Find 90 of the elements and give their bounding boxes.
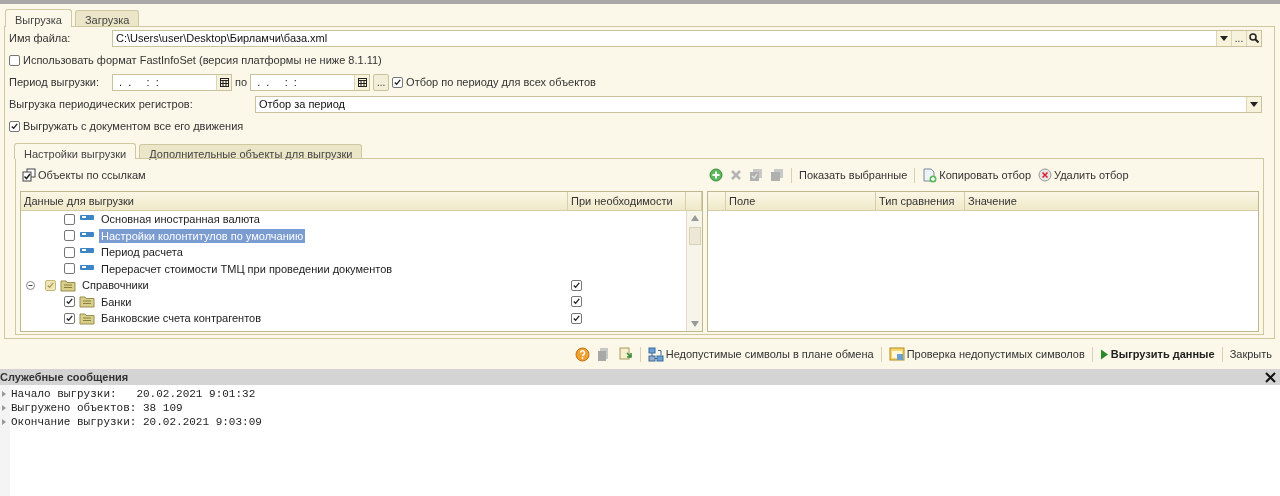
folder-icon	[79, 311, 95, 325]
tab[interactable]: Настройки выгрузки	[14, 143, 137, 159]
checkbox[interactable]	[571, 296, 582, 308]
checkbox-label: Выгружать с документом все его движения	[23, 120, 244, 132]
remove-filter-button[interactable]: Удалить отбор	[1038, 168, 1129, 182]
scroll-thumb[interactable]	[688, 227, 701, 245]
checkbox[interactable]	[571, 279, 582, 291]
objects-by-links-button[interactable]: Объекты по ссылкам	[22, 168, 146, 182]
collapse-icon[interactable]	[26, 280, 35, 290]
dropdown-button[interactable]	[1216, 30, 1231, 46]
tree-item[interactable]: Перерасчет стоимости ТМЦ при проведении документов	[99, 261, 395, 276]
scroll-up-icon[interactable]	[690, 215, 699, 221]
period-button[interactable]: ...	[373, 73, 390, 91]
tab[interactable]: Загрузка	[74, 10, 140, 26]
caret-icon	[1220, 35, 1228, 41]
tree-item[interactable]: Банки	[99, 294, 134, 309]
checkbox[interactable]	[9, 120, 20, 132]
panel-title: Служебные сообщения	[0, 371, 129, 383]
field-label: Период выгрузки:	[9, 76, 100, 88]
close-icon	[1038, 168, 1052, 182]
uncheck-all-icon[interactable]	[770, 168, 784, 182]
dropdown-field[interactable]: Отбор за период	[255, 95, 1262, 113]
message-line: Начало выгрузки: 20.02.2021 9:01:32	[11, 388, 256, 400]
checkbox-label: Использовать формат FastInfoSet (версия платформы не ниже 8.1.11)	[23, 54, 382, 66]
calendar-button[interactable]	[216, 74, 231, 90]
column-header[interactable]: При необходимости	[568, 192, 686, 210]
search-button[interactable]	[1246, 30, 1261, 46]
search-icon	[1249, 33, 1259, 43]
download-icon[interactable]	[617, 346, 633, 362]
tree-item[interactable]: Банковские счета контрагентов	[99, 311, 263, 326]
scroll-down-icon[interactable]	[690, 321, 699, 327]
checkbox[interactable]	[64, 296, 75, 308]
network-icon	[647, 346, 664, 362]
field-label: Имя файла:	[9, 32, 72, 44]
field-label: по	[235, 76, 248, 88]
date-field[interactable]: . . : :	[112, 73, 232, 91]
column-header[interactable]: Поле	[726, 192, 876, 210]
message-line: Окончание выгрузки: 20.02.2021 9:03:09	[11, 416, 262, 428]
column-header[interactable]: Значение	[965, 192, 1258, 210]
checkbox[interactable]	[392, 76, 404, 88]
tree-item[interactable]: Период расчета	[99, 245, 185, 260]
tab[interactable]: Дополнительные объекты для выгрузки	[139, 144, 363, 158]
checkbox[interactable]	[9, 54, 20, 66]
checkbox-label: Отбор по периоду для всех объектов	[406, 76, 596, 88]
calendar-icon	[357, 77, 367, 87]
checkbox[interactable]	[64, 246, 75, 258]
field-value: C:\Users\user\Desktop\Бирламчи\база.xml	[115, 32, 329, 44]
calendar-button[interactable]	[354, 74, 370, 90]
tab[interactable]: Выгрузка	[5, 9, 72, 27]
help-icon[interactable]	[574, 346, 590, 362]
window-icon	[888, 346, 905, 362]
caret-icon	[1250, 101, 1258, 107]
tree-item[interactable]: Основная иностранная валюта	[99, 212, 262, 227]
date-field[interactable]: . . : :	[250, 73, 371, 91]
checkbox[interactable]	[64, 213, 75, 225]
field-label: Выгрузка периодических регистров:	[9, 98, 194, 110]
checkbox[interactable]	[571, 312, 582, 324]
checkbox[interactable]	[45, 279, 56, 291]
scrollbar[interactable]	[686, 211, 702, 331]
folder-icon	[79, 295, 95, 309]
check-characters-button[interactable]: Проверка недопустимых символов	[888, 346, 1085, 362]
file-name-field[interactable]: C:\Users\user\Desktop\Бирламчи\база.xml ...	[112, 29, 1262, 47]
add-icon[interactable]	[709, 168, 723, 182]
field-value: Отбор за период	[258, 98, 347, 110]
calendar-icon	[219, 77, 229, 87]
column-header[interactable]: Данные для выгрузки	[21, 192, 568, 210]
select-button[interactable]: ...	[1231, 30, 1246, 46]
bullet-icon	[2, 405, 6, 411]
checkbox[interactable]	[64, 312, 75, 324]
checkbox[interactable]	[64, 230, 75, 242]
bullet-icon	[2, 419, 6, 425]
folder-icon	[60, 278, 76, 292]
invalid-characters-button[interactable]: Недопустимые символы в плане обмена	[647, 346, 874, 362]
field-value: . . : :	[256, 76, 298, 88]
document-add-icon	[922, 167, 938, 183]
checked-pages-icon	[22, 168, 36, 182]
message-line: Выгружено объектов: 38 109	[11, 402, 183, 414]
checkbox[interactable]	[64, 263, 75, 275]
check-all-icon[interactable]	[749, 168, 763, 182]
tree-item[interactable]: Справочники	[80, 278, 151, 293]
close-icon[interactable]	[1265, 371, 1276, 383]
column-header[interactable]: Тип сравнения	[876, 192, 965, 210]
play-icon	[1099, 348, 1109, 360]
copy-filter-button[interactable]: Копировать отбор	[922, 167, 1031, 183]
dropdown-button[interactable]	[1246, 96, 1261, 112]
bullet-icon	[2, 391, 6, 397]
close-button[interactable]: Закрыть	[1229, 348, 1272, 360]
field-value: . . : :	[118, 76, 160, 88]
export-data-button[interactable]: Выгрузить данные	[1099, 348, 1215, 360]
show-selected-button[interactable]: Показать выбранные	[799, 169, 908, 181]
